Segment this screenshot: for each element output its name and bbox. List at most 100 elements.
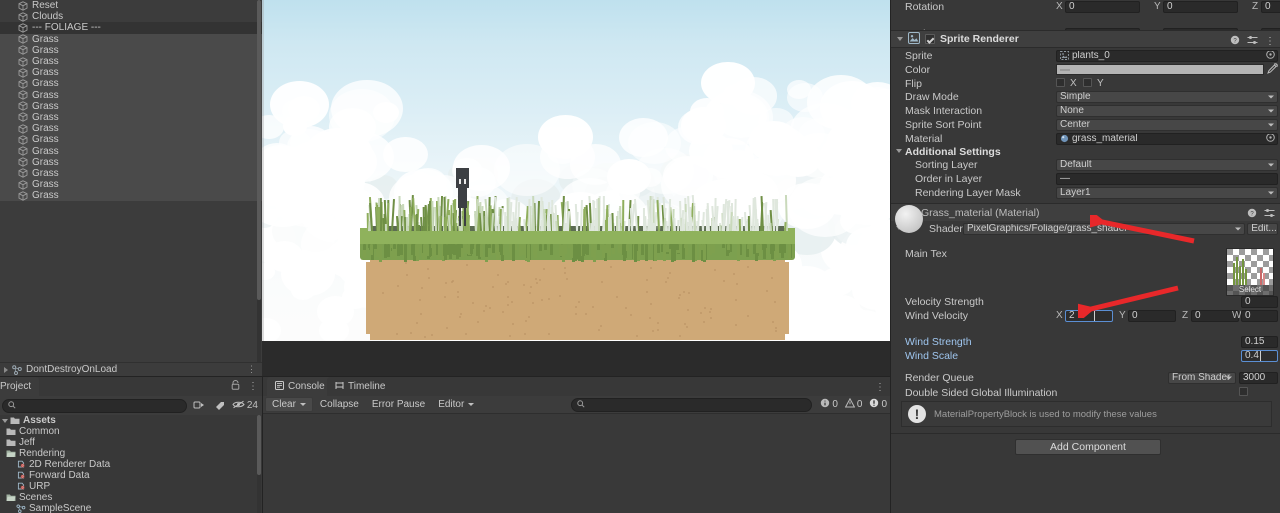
shader-row[interactable]: Shader PixelGraphics/Foliage/grass_shade… — [891, 222, 1280, 235]
hierarchy-item[interactable]: --- FOLIAGE --- — [0, 22, 262, 34]
shader-edit-button[interactable]: Edit... — [1247, 222, 1278, 235]
project-tree-item[interactable]: Scenes — [0, 492, 262, 503]
shader-dropdown[interactable]: PixelGraphics/Foliage/grass_shader — [963, 222, 1245, 235]
object-picker-icon[interactable] — [1266, 50, 1275, 61]
hierarchy-item[interactable]: Grass — [0, 167, 262, 179]
main-tex-thumbnail[interactable]: Select — [1226, 248, 1274, 296]
render-queue-mode-dropdown[interactable]: From Shader — [1168, 371, 1236, 384]
velocity-strength-row[interactable]: Velocity Strength 0 — [891, 295, 1280, 308]
tab-console[interactable]: Console — [267, 377, 333, 396]
project-search-input[interactable] — [2, 398, 187, 413]
editor-dropdown[interactable]: Editor — [432, 397, 480, 412]
rendering-layer-mask-row[interactable]: Rendering Layer Mask Layer1 — [891, 186, 1280, 199]
help-icon[interactable]: ? — [1230, 35, 1240, 48]
project-tree-item[interactable]: 0 Forward Data — [0, 470, 262, 481]
preset-icon[interactable] — [1247, 35, 1258, 48]
draw-mode-row[interactable]: Draw Mode Simple — [891, 90, 1280, 103]
wind-strength-row[interactable]: Wind Strength 0.15 — [891, 335, 1280, 348]
preset-icon[interactable] — [1264, 208, 1275, 221]
chevron-down-icon[interactable] — [1268, 109, 1274, 113]
main-tex-select-label[interactable]: Select — [1227, 285, 1273, 295]
material-row[interactable]: Material grass_material — [891, 132, 1280, 145]
expand-triangle-icon[interactable] — [2, 418, 8, 423]
warning-count-badge[interactable]: 0 — [842, 397, 866, 411]
chevron-down-icon[interactable] — [468, 403, 475, 406]
project-tree-item[interactable]: Jeff — [0, 437, 262, 448]
project-tree-item[interactable]: Assets — [0, 415, 262, 426]
hierarchy-item[interactable]: Grass — [0, 89, 262, 101]
color-row[interactable]: Color — [891, 62, 1280, 76]
project-scrollbar-thumb[interactable] — [257, 415, 261, 475]
collapse-triangle-icon[interactable] — [896, 149, 902, 153]
project-tree-item[interactable]: Rendering — [0, 448, 262, 459]
flip-y-checkbox[interactable] — [1083, 78, 1092, 87]
hierarchy-item[interactable]: Grass — [0, 145, 262, 157]
filter-label-icon[interactable] — [211, 398, 229, 413]
color-swatch[interactable] — [1056, 64, 1264, 76]
error-count-badge[interactable]: 0 — [866, 398, 890, 411]
sorting-layer-row[interactable]: Sorting Layer Default — [891, 158, 1280, 171]
hierarchy-item[interactable]: Grass — [0, 134, 262, 146]
sprite-sort-point-row[interactable]: Sprite Sort Point Center — [891, 118, 1280, 131]
additional-settings-foldout[interactable]: Additional Settings — [891, 145, 1280, 158]
hierarchy-item[interactable]: Grass — [0, 111, 262, 124]
wind-scale-field[interactable]: 0.4 — [1241, 349, 1278, 362]
hierarchy-scrollbar-thumb[interactable] — [257, 0, 261, 300]
wind-scale-row[interactable]: Wind Scale 0.4 — [891, 349, 1280, 362]
double-sided-gi-row[interactable]: Double Sided Global Illumination — [891, 386, 1280, 399]
project-tree[interactable]: Assets Common Jeff Rendering 0 2D Renderer Da… — [0, 415, 262, 513]
flip-x-checkbox[interactable] — [1056, 78, 1065, 87]
material-subinspector-header[interactable]: Grass_material (Material) ? — [891, 203, 1280, 221]
add-component-button[interactable]: Add Component — [1015, 439, 1161, 455]
wind-strength-field[interactable]: 0.15 — [1241, 335, 1278, 348]
flip-row[interactable]: Flip X Y — [891, 77, 1280, 90]
sprite-object-field[interactable]: plants_0 — [1056, 49, 1278, 62]
chevron-down-icon[interactable] — [299, 403, 306, 406]
project-tree-item[interactable]: Common — [0, 426, 262, 437]
project-scrollbar[interactable] — [257, 415, 261, 513]
hierarchy-item[interactable]: Grass — [0, 100, 262, 112]
hierarchy-item[interactable]: Grass — [0, 179, 262, 191]
help-icon[interactable]: ? — [1247, 208, 1257, 221]
collapse-triangle-icon[interactable] — [897, 37, 903, 41]
hierarchy-item[interactable]: Grass — [0, 67, 262, 79]
hierarchy-scrollbar[interactable] — [257, 0, 261, 376]
hierarchy-dontdestroyonload-row[interactable]: DontDestroyOnLoad ⋮ — [0, 362, 262, 376]
hierarchy-item[interactable]: Grass — [0, 190, 262, 202]
wind-velocity-row[interactable]: Wind Velocity X 2 Y 0 Z 0 W 0 — [891, 309, 1280, 322]
rotation-z-field[interactable]: 0 — [1261, 0, 1280, 13]
lock-icon[interactable] — [231, 380, 240, 393]
rotation-x-field[interactable]: 0 — [1065, 0, 1140, 13]
transform-rotation-row[interactable]: Rotation X 0 Y 0 Z 0 — [891, 0, 1280, 13]
sprite-renderer-enabled-checkbox[interactable] — [925, 34, 935, 44]
rotation-y-field[interactable]: 0 — [1163, 0, 1238, 13]
hierarchy-item[interactable]: Reset — [0, 0, 262, 11]
hierarchy-item[interactable]: Grass — [0, 55, 262, 68]
object-picker-icon[interactable] — [1266, 133, 1275, 144]
project-tree-item[interactable]: 0 2D Renderer Data — [0, 459, 262, 470]
render-queue-row[interactable]: Render Queue From Shader 3000 — [891, 371, 1280, 384]
chevron-down-icon[interactable] — [1235, 227, 1241, 231]
wind-velocity-x-field[interactable]: 2 — [1065, 309, 1113, 322]
mask-interaction-row[interactable]: Mask Interaction None — [891, 104, 1280, 117]
expand-triangle-icon[interactable] — [4, 366, 8, 373]
game-view[interactable] — [262, 0, 890, 376]
hierarchy-item[interactable]: Grass — [0, 78, 262, 90]
chevron-down-icon[interactable] — [1268, 95, 1274, 99]
wind-velocity-w-field[interactable]: 0 — [1241, 309, 1278, 322]
console-log-list[interactable] — [263, 414, 890, 513]
sprite-row[interactable]: Sprite plants_0 — [891, 49, 1280, 62]
console-panel[interactable]: Console Timeline ⋮ Clear Collapse Error … — [262, 376, 890, 513]
mask-interaction-dropdown[interactable]: None — [1056, 104, 1278, 117]
sprite-sort-point-dropdown[interactable]: Center — [1056, 118, 1278, 131]
inspector-panel[interactable]: Rotation X 0 Y 0 Z 0 Scale X 1 Y 1 Z 1 S… — [890, 0, 1280, 513]
project-toolbar[interactable]: 24 — [0, 396, 262, 415]
project-tree-item[interactable]: SampleScene — [0, 503, 262, 513]
log-count-badge[interactable]: 0 — [817, 398, 841, 411]
kebab-menu-icon[interactable]: ⋮ — [1265, 37, 1275, 47]
order-in-layer-row[interactable]: Order in Layer — — [891, 172, 1280, 185]
console-toolbar[interactable]: Clear Collapse Error Pause Editor 0 0 0 — [263, 396, 890, 414]
tab-project[interactable]: Project — [0, 377, 40, 396]
tab-timeline[interactable]: Timeline — [327, 377, 394, 396]
main-tex-row[interactable]: Main Tex — [891, 247, 1280, 260]
